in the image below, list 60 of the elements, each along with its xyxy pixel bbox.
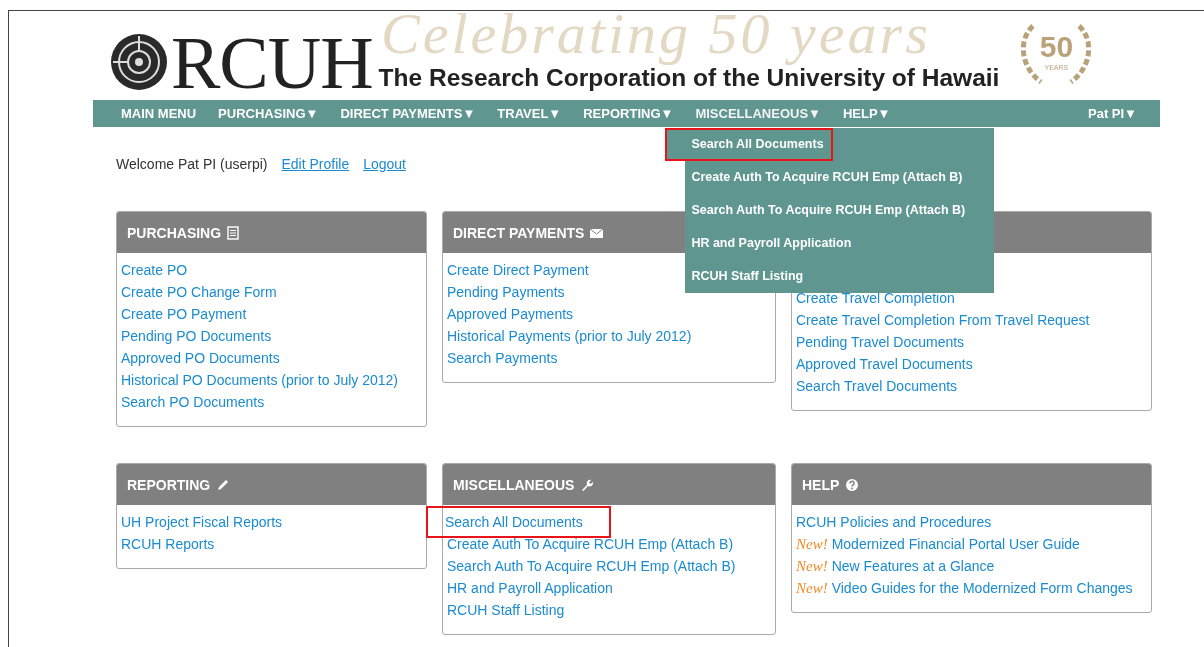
header-link[interactable]: Logout [363,155,406,173]
nav-menu-item[interactable]: REPORTING▼ [572,100,685,127]
panel-link[interactable]: Pending Travel Documents [796,331,965,353]
panel-link[interactable]: RCUH Reports [121,533,215,555]
panel-link[interactable]: Create PO Change Form [121,281,277,303]
panel-title: MISCELLANEOUS [453,476,575,493]
dropdown-item[interactable]: HR and Payroll Application [685,227,995,260]
new-label: New! [796,579,828,598]
panel-link[interactable]: Approved PO Documents [121,347,280,369]
new-label: New! [796,557,828,576]
nav-menu-item[interactable]: MAIN MENU [121,100,208,127]
panel-link[interactable]: RCUH Policies and Procedures [796,511,992,533]
new-label: New! [796,535,828,554]
panel-link[interactable]: Create PO Payment [121,303,247,325]
anniversary-number: 50 [1038,30,1075,64]
panel-title: REPORTING [127,476,211,493]
panel-link[interactable]: Create PO [121,259,188,281]
nav-menu-item[interactable]: TRAVEL▼ [486,100,573,127]
nav-menu-item[interactable]: PURCHASING▼ [207,100,330,127]
panel-link[interactable]: Create Travel Completion From Travel Request [796,309,1090,331]
panel-link[interactable]: Modernized Financial Portal User Guide [831,533,1080,555]
panel-link[interactable]: Historical Payments (prior to July 2012) [447,325,692,347]
panel-link[interactable]: New Features at a Glance [831,555,995,577]
panel-title: DIRECT PAYMENTS [453,224,585,241]
panel-link[interactable]: Search Auth To Acquire RCUH Emp (Attach B) [447,555,736,577]
panel-link[interactable]: Pending PO Documents [121,325,272,347]
list-icon [227,225,242,240]
organization-name: The Research Corporation of the University of Hawaii [378,64,1000,92]
user-menu[interactable]: Pat PI▼ [1077,100,1148,127]
panel-link[interactable]: Video Guides for the Modernized Form Changes [831,577,1133,599]
dropdown-item[interactable]: Search All Documents [665,128,834,161]
nav-menu-item[interactable]: DIRECT PAYMENTS▼ [329,100,487,127]
panel-link[interactable]: Create Direct Payment [447,259,589,281]
panel-link[interactable]: Approved Payments [447,303,574,325]
panel-link[interactable]: HR and Payroll Application [447,577,613,599]
dropdown-item[interactable]: RCUH Staff Listing [685,260,995,293]
panel-title: PURCHASING [127,224,222,241]
panel-link[interactable]: Historical PO Documents (prior to July 2012) [121,369,398,391]
panel-link[interactable]: Search PO Documents [121,391,265,413]
panel-link[interactable]: Search Payments [447,347,558,369]
dropdown-item[interactable]: Create Auth To Acquire RCUH Emp (Attach B) [685,161,995,194]
help-icon [845,477,860,492]
wrench-icon [580,477,595,492]
panel-link[interactable]: UH Project Fiscal Reports [121,511,283,533]
banner-text: Celebrating 50 years [381,5,931,63]
panel-link[interactable]: Approved Travel Documents [796,353,973,375]
panel-link[interactable]: Search Travel Documents [796,375,958,397]
dropdown-item[interactable]: Search Auth To Acquire RCUH Emp (Attach B) [685,194,995,227]
pencil-icon [216,477,231,492]
panel-link[interactable]: Create Auth To Acquire RCUH Emp (Attach B) [447,533,734,555]
panel-link[interactable]: RCUH Staff Listing [447,599,565,621]
nav-menu-item[interactable]: HELP▼ [831,100,902,127]
welcome-text: Welcome Pat PI (userpi) [116,155,268,173]
panel-link[interactable]: Pending Payments [447,281,565,303]
logo-text: RCUH [171,26,373,100]
header-link[interactable]: Edit Profile [281,155,350,173]
target-logo-icon [109,32,169,92]
panel-link[interactable]: Search All Documents [428,508,609,536]
panel-title: HELP [802,476,840,493]
nav-menu-item[interactable]: MISCELLANEOUS▼ [684,100,832,127]
